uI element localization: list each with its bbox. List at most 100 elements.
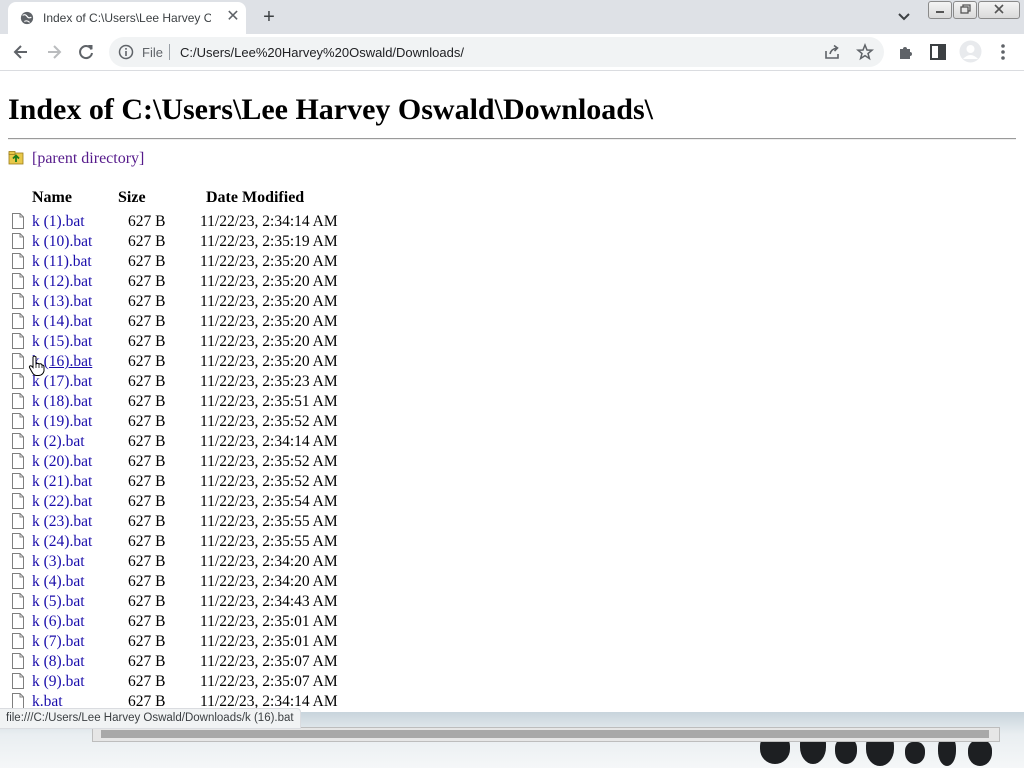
file-row: k (11).bat 627 B 11/22/23, 2:35:20 AM <box>0 252 400 272</box>
reload-icon[interactable] <box>76 42 96 62</box>
url-text[interactable]: C:/Users/Lee%20Harvey%20Oswald/Downloads… <box>180 45 464 60</box>
file-icon[interactable] <box>11 433 25 449</box>
file-link[interactable]: k (24).bat <box>32 533 92 551</box>
forward-arrow-icon[interactable] <box>44 42 64 62</box>
column-header-date[interactable]: Date Modified <box>206 189 304 207</box>
file-icon[interactable] <box>11 693 25 709</box>
file-size: 627 B <box>128 633 166 650</box>
file-icon[interactable] <box>11 393 25 409</box>
file-link[interactable]: k (6).bat <box>32 613 85 631</box>
file-date: 11/22/23, 2:34:14 AM <box>200 213 338 230</box>
file-link[interactable]: k (15).bat <box>32 333 92 351</box>
file-link[interactable]: k (22).bat <box>32 493 92 511</box>
file-link[interactable]: k (11).bat <box>32 253 92 271</box>
file-row: k (6).bat 627 B 11/22/23, 2:35:01 AM <box>0 612 400 632</box>
file-link[interactable]: k (4).bat <box>32 573 85 591</box>
file-link[interactable]: k (18).bat <box>32 393 92 411</box>
file-date: 11/22/23, 2:35:51 AM <box>200 393 338 410</box>
file-row: k (16).bat 627 B 11/22/23, 2:35:20 AM <box>0 352 400 372</box>
file-icon[interactable] <box>11 313 25 329</box>
file-date: 11/22/23, 2:35:52 AM <box>200 413 338 430</box>
puzzle-icon[interactable] <box>896 42 916 62</box>
back-arrow-icon[interactable] <box>11 42 31 62</box>
close-icon[interactable]: ✕ <box>225 9 241 25</box>
file-icon[interactable] <box>11 253 25 269</box>
avatar-icon[interactable] <box>959 40 982 63</box>
file-date: 11/22/23, 2:35:23 AM <box>200 373 338 390</box>
file-icon[interactable] <box>11 573 25 589</box>
restore-button[interactable] <box>953 1 977 19</box>
file-link[interactable]: k (10).bat <box>32 233 92 251</box>
tab-active[interactable]: Index of C:\Users\Lee Harvey Oswald\Down… <box>8 2 246 34</box>
info-icon[interactable] <box>118 44 134 60</box>
star-icon[interactable] <box>856 43 874 61</box>
file-size: 627 B <box>128 253 166 270</box>
globe-icon <box>20 11 34 25</box>
column-header-size[interactable]: Size <box>118 189 146 207</box>
file-link[interactable]: k (5).bat <box>32 593 85 611</box>
file-link[interactable]: k (7).bat <box>32 633 85 651</box>
file-icon[interactable] <box>11 233 25 249</box>
file-icon[interactable] <box>11 213 25 229</box>
file-row: k (21).bat 627 B 11/22/23, 2:35:52 AM <box>0 472 400 492</box>
file-link[interactable]: k (12).bat <box>32 273 92 291</box>
file-icon[interactable] <box>11 453 25 469</box>
column-header-name[interactable]: Name <box>32 189 72 207</box>
file-icon[interactable] <box>11 373 25 389</box>
file-size: 627 B <box>128 373 166 390</box>
file-link[interactable]: k (9).bat <box>32 673 85 691</box>
file-size: 627 B <box>128 673 166 690</box>
file-icon[interactable] <box>11 273 25 289</box>
file-link[interactable]: k (1).bat <box>32 213 85 231</box>
file-row: k (8).bat 627 B 11/22/23, 2:35:07 AM <box>0 652 400 672</box>
file-icon[interactable] <box>11 613 25 629</box>
minimize-button[interactable] <box>928 1 952 19</box>
file-icon[interactable] <box>11 493 25 509</box>
address-bar[interactable]: File C:/Users/Lee%20Harvey%20Oswald/Down… <box>109 37 884 67</box>
file-row: k (13).bat 627 B 11/22/23, 2:35:20 AM <box>0 292 400 312</box>
file-link[interactable]: k (3).bat <box>32 553 85 571</box>
file-link[interactable]: k (21).bat <box>32 473 92 491</box>
share-icon[interactable] <box>823 43 841 61</box>
file-size: 627 B <box>128 273 166 290</box>
file-date: 11/22/23, 2:35:20 AM <box>200 253 338 270</box>
minimize-icon <box>936 11 944 13</box>
kebab-menu-icon[interactable] <box>993 42 1013 62</box>
file-icon[interactable] <box>11 353 25 369</box>
side-panel-icon[interactable] <box>928 42 948 62</box>
file-link[interactable]: k (20).bat <box>32 453 92 471</box>
file-icon[interactable] <box>11 673 25 689</box>
file-size: 627 B <box>128 433 166 450</box>
horizontal-scrollbar[interactable] <box>92 727 1000 742</box>
file-size: 627 B <box>128 213 166 230</box>
file-icon[interactable] <box>11 333 25 349</box>
chevron-down-icon[interactable] <box>894 9 914 25</box>
file-icon[interactable] <box>11 513 25 529</box>
file-link[interactable]: k (23).bat <box>32 513 92 531</box>
file-link[interactable]: k (13).bat <box>32 293 92 311</box>
file-icon[interactable] <box>11 533 25 549</box>
file-link[interactable]: k (2).bat <box>32 433 85 451</box>
parent-directory-link[interactable]: [parent directory] <box>32 150 144 168</box>
close-window-button[interactable] <box>978 1 1020 19</box>
restore-icon <box>960 4 971 14</box>
file-icon[interactable] <box>11 293 25 309</box>
file-size: 627 B <box>128 333 166 350</box>
new-tab-button[interactable]: + <box>256 6 282 28</box>
file-icon[interactable] <box>11 553 25 569</box>
folder-up-icon[interactable] <box>8 149 24 165</box>
file-icon[interactable] <box>11 473 25 489</box>
file-icon[interactable] <box>11 413 25 429</box>
file-icon[interactable] <box>11 633 25 649</box>
scrollbar-thumb[interactable] <box>101 730 989 738</box>
file-link[interactable]: k (8).bat <box>32 653 85 671</box>
plus-icon: + <box>263 6 275 28</box>
file-size: 627 B <box>128 493 166 510</box>
file-icon[interactable] <box>11 593 25 609</box>
file-link[interactable]: k (19).bat <box>32 413 92 431</box>
file-link[interactable]: k (14).bat <box>32 313 92 331</box>
file-icon[interactable] <box>11 653 25 669</box>
file-row: k (2).bat 627 B 11/22/23, 2:34:14 AM <box>0 432 400 452</box>
omnibox-separator <box>169 44 170 60</box>
file-date: 11/22/23, 2:35:01 AM <box>200 613 338 630</box>
